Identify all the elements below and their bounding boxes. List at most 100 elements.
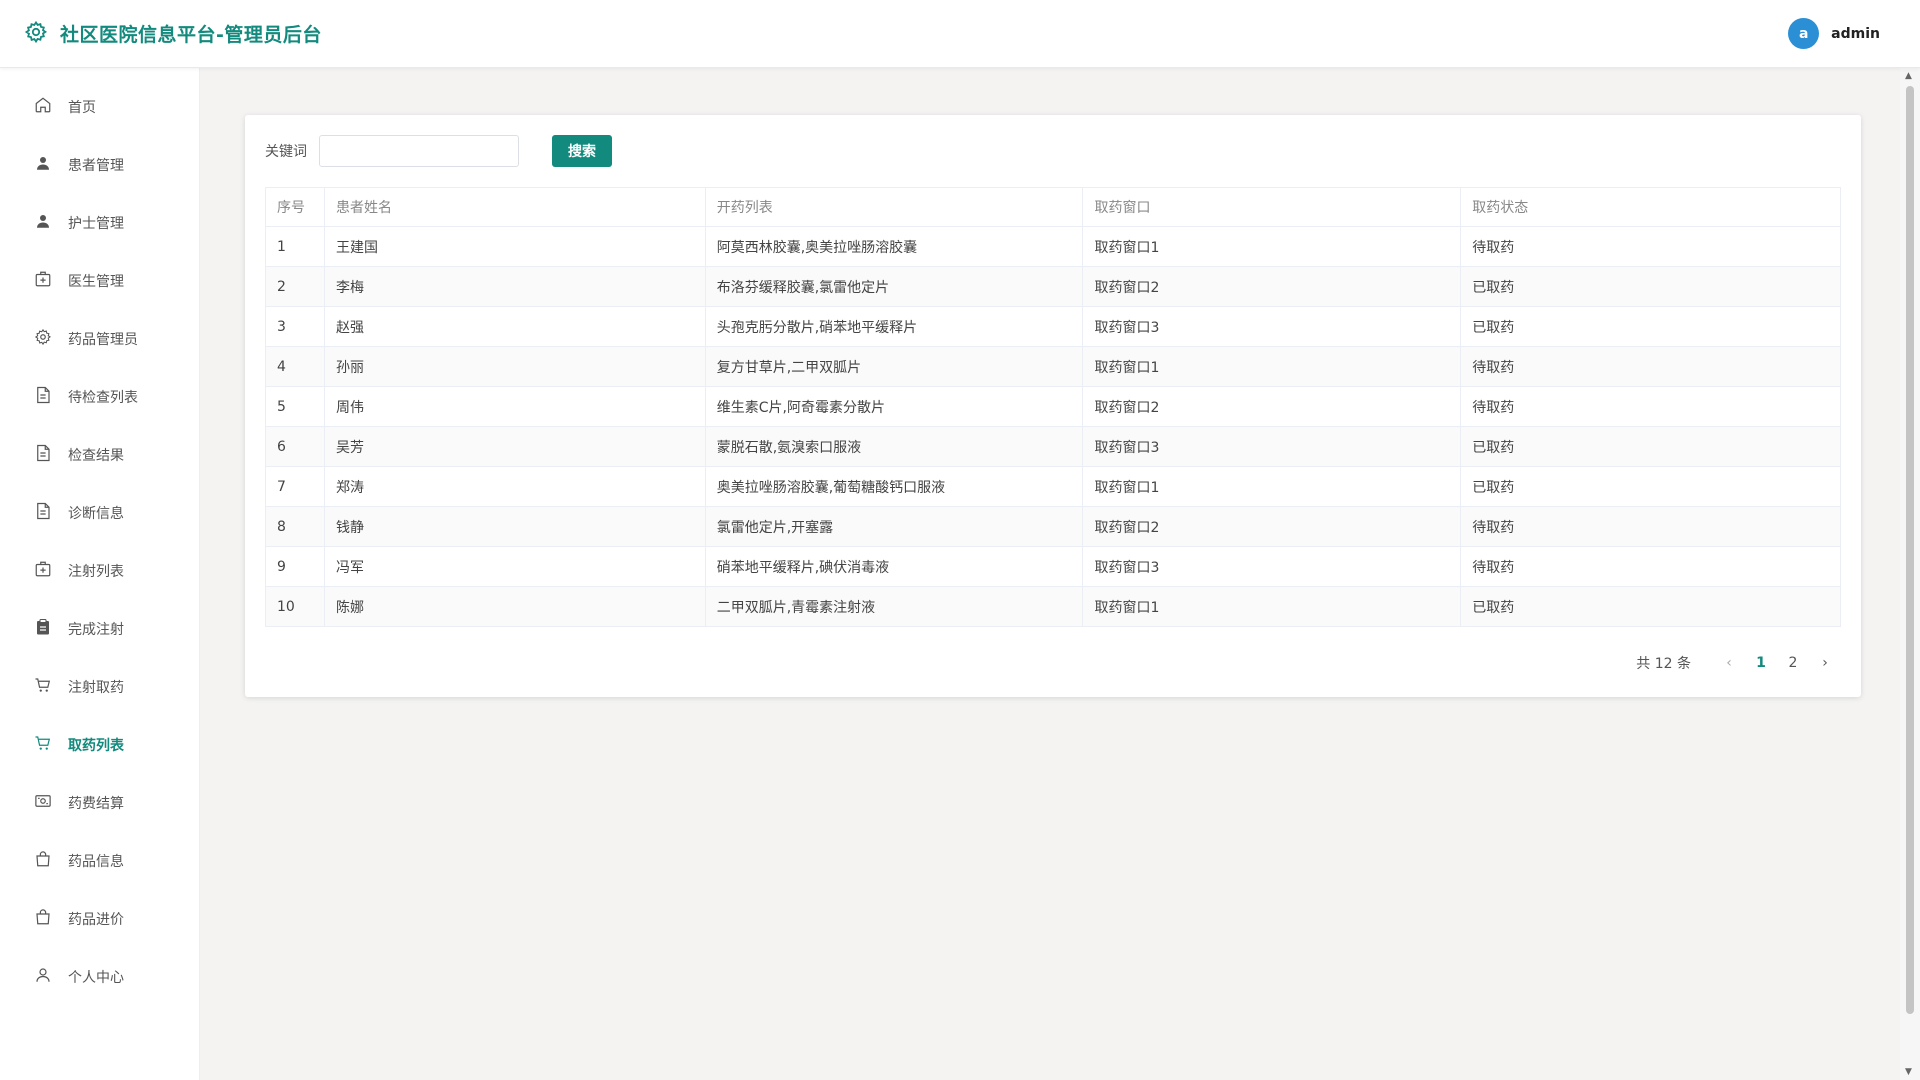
scroll-down-icon[interactable]: ▼ xyxy=(1905,1067,1912,1077)
header-patient-name: 患者姓名 xyxy=(323,187,706,227)
table-row[interactable]: 1 王建国 阿莫西林胶囊,奥美拉唑肠溶胶囊 取药窗口1 待取药 xyxy=(265,226,1841,267)
search-input[interactable] xyxy=(319,135,519,167)
brand: 社区医院信息平台-管理员后台 xyxy=(24,20,322,48)
user-filled-icon xyxy=(34,212,52,234)
gear-icon xyxy=(34,328,52,350)
username[interactable]: admin xyxy=(1831,26,1880,42)
sidebar-item-label: 药品进价 xyxy=(68,912,124,928)
table-row[interactable]: 3 赵强 头孢克肟分散片,硝苯地平缓释片 取药窗口3 已取药 xyxy=(265,306,1841,347)
pickup-table: 序号 患者姓名 开药列表 取药窗口 取药状态 1 王建国 阿莫西林胶囊,奥美拉唑肠溶… xyxy=(265,187,1841,627)
table-header-row: 序号 患者姓名 开药列表 取药窗口 取药状态 xyxy=(265,187,1841,227)
table-row[interactable]: 4 孙丽 复方甘草片,二甲双胍片 取药窗口1 待取药 xyxy=(265,346,1841,387)
table-row[interactable]: 10 陈娜 二甲双胍片,青霉素注射液 取药窗口1 已取药 xyxy=(265,586,1841,627)
content-card: 关键词 搜索 序号 患者姓名 开药列表 取药窗口 取药状态 1 王建国 阿莫西林胶囊… xyxy=(245,115,1861,697)
cell-patient-name: 赵强 xyxy=(323,306,706,347)
cell-index: 3 xyxy=(265,306,325,347)
sidebar-item-label: 个人中心 xyxy=(68,970,124,986)
page-1-button[interactable]: 1 xyxy=(1745,651,1777,675)
cell-window: 取药窗口1 xyxy=(1082,586,1462,627)
sidebar-item-11[interactable]: 取药列表 xyxy=(0,716,199,774)
app-title: 社区医院信息平台-管理员后台 xyxy=(60,24,322,46)
sidebar-item-13[interactable]: 药品信息 xyxy=(0,832,199,890)
document-icon xyxy=(34,444,52,466)
home-icon xyxy=(34,96,52,118)
chevron-right-icon[interactable]: › xyxy=(1809,651,1841,675)
chevron-left-icon[interactable]: ‹ xyxy=(1713,651,1745,675)
sidebar-item-6[interactable]: 检查结果 xyxy=(0,426,199,484)
search-button[interactable]: 搜索 xyxy=(552,135,612,167)
scroll-thumb[interactable] xyxy=(1906,86,1914,1014)
table-row[interactable]: 2 李梅 布洛芬缓释胶囊,氯雷他定片 取药窗口2 已取药 xyxy=(265,266,1841,307)
sidebar-item-0[interactable]: 首页 xyxy=(0,78,199,136)
cell-index: 5 xyxy=(265,386,325,427)
cell-window: 取药窗口3 xyxy=(1082,306,1462,347)
user-filled-icon xyxy=(34,154,52,176)
pagination: 共 12 条 ‹ 1 2 › xyxy=(1636,651,1841,675)
sidebar-item-2[interactable]: 护士管理 xyxy=(0,194,199,252)
cell-prescription: 奥美拉唑肠溶胶囊,葡萄糖酸钙口服液 xyxy=(704,466,1084,507)
sidebar-item-8[interactable]: 注射列表 xyxy=(0,542,199,600)
cell-prescription: 二甲双胍片,青霉素注射液 xyxy=(704,586,1084,627)
sidebar-item-label: 诊断信息 xyxy=(68,506,124,522)
sidebar-item-3[interactable]: 医生管理 xyxy=(0,252,199,310)
sidebar-item-12[interactable]: 药费结算 xyxy=(0,774,199,832)
document-icon xyxy=(34,502,52,524)
cell-index: 7 xyxy=(265,466,325,507)
cell-prescription: 蒙脱石散,氨溴索口服液 xyxy=(704,426,1084,467)
sidebar-item-label: 患者管理 xyxy=(68,158,124,174)
sidebar-item-label: 药品信息 xyxy=(68,854,124,870)
bag-icon xyxy=(34,908,52,930)
avatar[interactable]: a xyxy=(1788,18,1820,49)
cell-status: 已取药 xyxy=(1460,586,1841,627)
cell-status: 待取药 xyxy=(1460,546,1841,587)
cell-prescription: 布洛芬缓释胶囊,氯雷他定片 xyxy=(704,266,1084,307)
table-row[interactable]: 7 郑涛 奥美拉唑肠溶胶囊,葡萄糖酸钙口服液 取药窗口1 已取药 xyxy=(265,466,1841,507)
sidebar-item-5[interactable]: 待检查列表 xyxy=(0,368,199,426)
cell-patient-name: 冯军 xyxy=(323,546,706,587)
user-menu[interactable]: a admin xyxy=(1788,18,1880,49)
sidebar-item-4[interactable]: 药品管理员 xyxy=(0,310,199,368)
sidebar-item-15[interactable]: 个人中心 xyxy=(0,948,199,1006)
cell-prescription: 维生素C片,阿奇霉素分散片 xyxy=(704,386,1084,427)
sidebar-item-7[interactable]: 诊断信息 xyxy=(0,484,199,542)
scrollbar[interactable]: ▲ ▼ xyxy=(1900,68,1920,1080)
header-prescription: 开药列表 xyxy=(704,187,1084,227)
table-row[interactable]: 8 钱静 氯雷他定片,开塞露 取药窗口2 待取药 xyxy=(265,506,1841,547)
sidebar-item-label: 护士管理 xyxy=(68,216,124,232)
gear-icon xyxy=(24,20,48,48)
cell-patient-name: 李梅 xyxy=(323,266,706,307)
clipboard-icon xyxy=(34,618,52,640)
sidebar-item-9[interactable]: 完成注射 xyxy=(0,600,199,658)
scroll-up-icon[interactable]: ▲ xyxy=(1905,71,1912,81)
cell-window: 取药窗口2 xyxy=(1082,506,1462,547)
first-aid-icon xyxy=(34,270,52,292)
page-2-button[interactable]: 2 xyxy=(1777,651,1809,675)
document-icon xyxy=(34,386,52,408)
sidebar-item-1[interactable]: 患者管理 xyxy=(0,136,199,194)
cell-window: 取药窗口1 xyxy=(1082,226,1462,267)
main-content: 关键词 搜索 序号 患者姓名 开药列表 取药窗口 取药状态 1 王建国 阿莫西林胶囊… xyxy=(200,68,1900,1080)
cell-window: 取药窗口1 xyxy=(1082,346,1462,387)
total-count: 共 12 条 xyxy=(1636,656,1691,672)
cell-patient-name: 王建国 xyxy=(323,226,706,267)
table-row[interactable]: 6 吴芳 蒙脱石散,氨溴索口服液 取药窗口3 已取药 xyxy=(265,426,1841,467)
sidebar-item-14[interactable]: 药品进价 xyxy=(0,890,199,948)
cell-index: 6 xyxy=(265,426,325,467)
header-window: 取药窗口 xyxy=(1082,187,1462,227)
header-status: 取药状态 xyxy=(1460,187,1841,227)
money-icon xyxy=(34,792,52,814)
sidebar: 首页患者管理护士管理医生管理药品管理员待检查列表检查结果诊断信息注射列表 完成注射… xyxy=(0,68,200,1080)
cell-index: 9 xyxy=(265,546,325,587)
table-row[interactable]: 5 周伟 维生素C片,阿奇霉素分散片 取药窗口2 待取药 xyxy=(265,386,1841,427)
search-label: 关键词 xyxy=(265,144,307,160)
cell-status: 待取药 xyxy=(1460,226,1841,267)
cell-patient-name: 郑涛 xyxy=(323,466,706,507)
table-row[interactable]: 9 冯军 硝苯地平缓释片,碘伏消毒液 取药窗口3 待取药 xyxy=(265,546,1841,587)
cell-status: 待取药 xyxy=(1460,386,1841,427)
sidebar-item-10[interactable]: 注射取药 xyxy=(0,658,199,716)
sidebar-item-label: 药费结算 xyxy=(68,796,124,812)
sidebar-item-label: 药品管理员 xyxy=(68,332,138,348)
cell-window: 取药窗口3 xyxy=(1082,546,1462,587)
sidebar-item-label: 待检查列表 xyxy=(68,390,138,406)
search-bar: 关键词 搜索 xyxy=(265,135,1841,167)
